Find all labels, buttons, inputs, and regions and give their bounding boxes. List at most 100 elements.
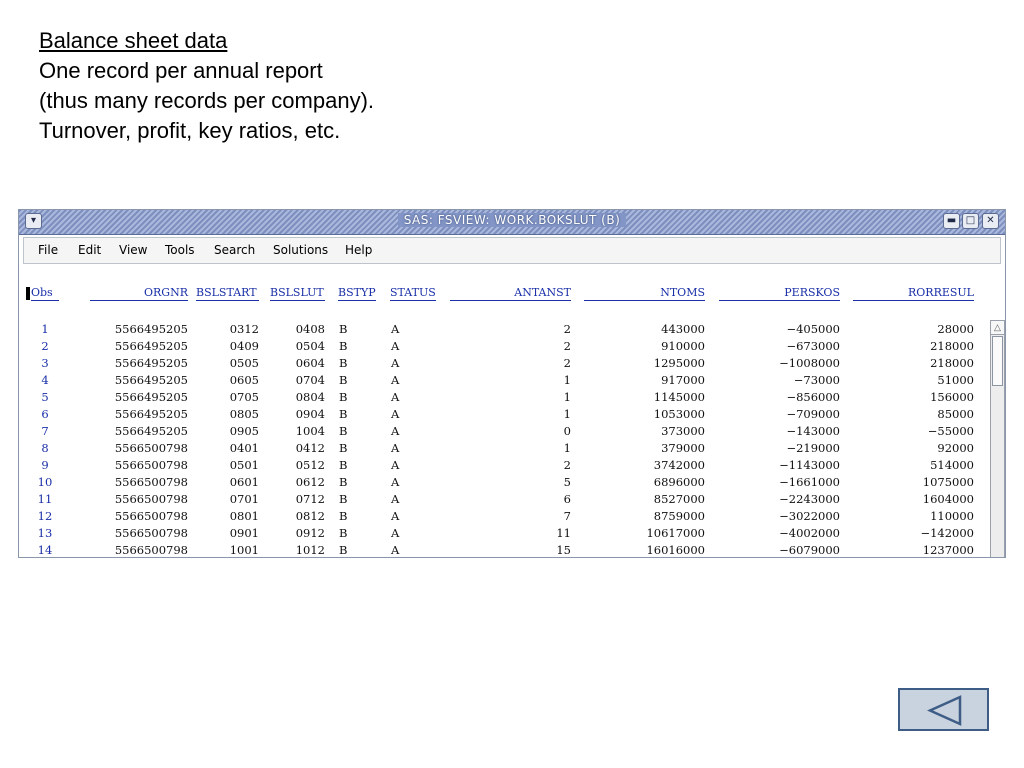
cell-obs[interactable]: 4 [31,372,59,388]
cell-orgnr[interactable]: 5566500798 [90,542,188,557]
menu-solutions[interactable]: Solutions [273,243,328,257]
cell-perskos[interactable]: −4002000 [719,525,840,541]
cell-antanst[interactable]: 15 [450,542,571,557]
cell-status[interactable]: A [391,542,411,557]
cell-bslstart[interactable]: 0905 [196,423,259,439]
cell-perskos[interactable]: −1008000 [719,355,840,371]
cell-bstyp[interactable]: B [339,372,359,388]
cell-ntoms[interactable]: 917000 [584,372,705,388]
cell-bstyp[interactable]: B [339,474,359,490]
cell-bslslut[interactable]: 0612 [270,474,325,490]
cell-rorresul[interactable]: 1604000 [853,491,974,507]
cell-obs[interactable]: 1 [31,321,59,337]
cell-perskos[interactable]: −73000 [719,372,840,388]
cell-status[interactable]: A [391,355,411,371]
cell-ntoms[interactable]: 10617000 [584,525,705,541]
cell-perskos[interactable]: −709000 [719,406,840,422]
cell-ntoms[interactable]: 3742000 [584,457,705,473]
cell-obs[interactable]: 3 [31,355,59,371]
cell-bstyp[interactable]: B [339,321,359,337]
maximize-icon[interactable]: □ [962,213,979,229]
cell-bstyp[interactable]: B [339,508,359,524]
cell-orgnr[interactable]: 5566500798 [90,457,188,473]
cell-bstyp[interactable]: B [339,491,359,507]
cell-bslslut[interactable]: 1012 [270,542,325,557]
window-titlebar[interactable]: ▾ SAS: FSVIEW: WORK.BOKSLUT (B) ▬ □ ✕ [19,210,1005,235]
cell-perskos[interactable]: −856000 [719,389,840,405]
cell-rorresul[interactable]: 218000 [853,355,974,371]
col-header-bslslut[interactable]: BSLSLUT [270,286,325,301]
cell-bslslut[interactable]: 0712 [270,491,325,507]
cell-bslstart[interactable]: 0901 [196,525,259,541]
col-header-orgnr[interactable]: ORGNR [90,286,188,301]
cell-ntoms[interactable]: 8527000 [584,491,705,507]
cell-bstyp[interactable]: B [339,389,359,405]
cell-orgnr[interactable]: 5566500798 [90,508,188,524]
cell-ntoms[interactable]: 1053000 [584,406,705,422]
minimize-icon[interactable]: ▬ [943,213,960,229]
cell-bslslut[interactable]: 1004 [270,423,325,439]
menu-edit[interactable]: Edit [78,243,101,257]
menu-help[interactable]: Help [345,243,372,257]
cell-orgnr[interactable]: 5566495205 [90,406,188,422]
cell-ntoms[interactable]: 443000 [584,321,705,337]
cell-bslstart[interactable]: 0601 [196,474,259,490]
cell-bslslut[interactable]: 0408 [270,321,325,337]
cell-bstyp[interactable]: B [339,338,359,354]
cell-status[interactable]: A [391,338,411,354]
cell-status[interactable]: A [391,474,411,490]
cell-bslslut[interactable]: 0604 [270,355,325,371]
col-header-obs[interactable]: Obs [31,286,59,301]
cell-orgnr[interactable]: 5566495205 [90,423,188,439]
col-header-antanst[interactable]: ANTANST [450,286,571,301]
cell-antanst[interactable]: 2 [450,338,571,354]
cell-rorresul[interactable]: 1237000 [853,542,974,557]
cell-obs[interactable]: 9 [31,457,59,473]
col-header-rorresul[interactable]: RORRESUL [853,286,974,301]
cell-status[interactable]: A [391,457,411,473]
cell-bslslut[interactable]: 0412 [270,440,325,456]
scroll-up-icon[interactable]: △ [991,321,1004,335]
cell-bslstart[interactable]: 0805 [196,406,259,422]
table-view[interactable]: Obs ORGNR BSLSTART BSLSLUT BSTYP STATUS … [23,268,1005,557]
col-header-ntoms[interactable]: NTOMS [584,286,705,301]
cell-antanst[interactable]: 6 [450,491,571,507]
cell-bslstart[interactable]: 0801 [196,508,259,524]
cell-bslslut[interactable]: 0804 [270,389,325,405]
cell-bslslut[interactable]: 0912 [270,525,325,541]
cell-bslstart[interactable]: 0312 [196,321,259,337]
cell-perskos[interactable]: −1661000 [719,474,840,490]
cell-antanst[interactable]: 5 [450,474,571,490]
cell-status[interactable]: A [391,508,411,524]
cell-bstyp[interactable]: B [339,542,359,557]
cell-ntoms[interactable]: 910000 [584,338,705,354]
cell-rorresul[interactable]: 51000 [853,372,974,388]
cell-bstyp[interactable]: B [339,525,359,541]
cell-bslslut[interactable]: 0904 [270,406,325,422]
cell-orgnr[interactable]: 5566500798 [90,474,188,490]
menu-search[interactable]: Search [214,243,255,257]
cell-bslslut[interactable]: 0512 [270,457,325,473]
menu-tools[interactable]: Tools [165,243,195,257]
cell-bstyp[interactable]: B [339,457,359,473]
cell-status[interactable]: A [391,406,411,422]
cell-antanst[interactable]: 1 [450,440,571,456]
cell-bstyp[interactable]: B [339,355,359,371]
cell-orgnr[interactable]: 5566495205 [90,321,188,337]
col-header-bslstart[interactable]: BSLSTART [196,286,259,301]
cell-bstyp[interactable]: B [339,423,359,439]
cell-status[interactable]: A [391,491,411,507]
cell-ntoms[interactable]: 373000 [584,423,705,439]
cell-perskos[interactable]: −673000 [719,338,840,354]
cell-ntoms[interactable]: 6896000 [584,474,705,490]
close-icon[interactable]: ✕ [982,213,999,229]
cell-obs[interactable]: 12 [31,508,59,524]
cell-obs[interactable]: 11 [31,491,59,507]
cell-rorresul[interactable]: 514000 [853,457,974,473]
cell-bslstart[interactable]: 0701 [196,491,259,507]
menu-file[interactable]: File [38,243,58,257]
cell-rorresul[interactable]: −55000 [853,423,974,439]
cell-perskos[interactable]: −1143000 [719,457,840,473]
vertical-scrollbar[interactable]: △ [990,320,1005,557]
cell-rorresul[interactable]: 85000 [853,406,974,422]
